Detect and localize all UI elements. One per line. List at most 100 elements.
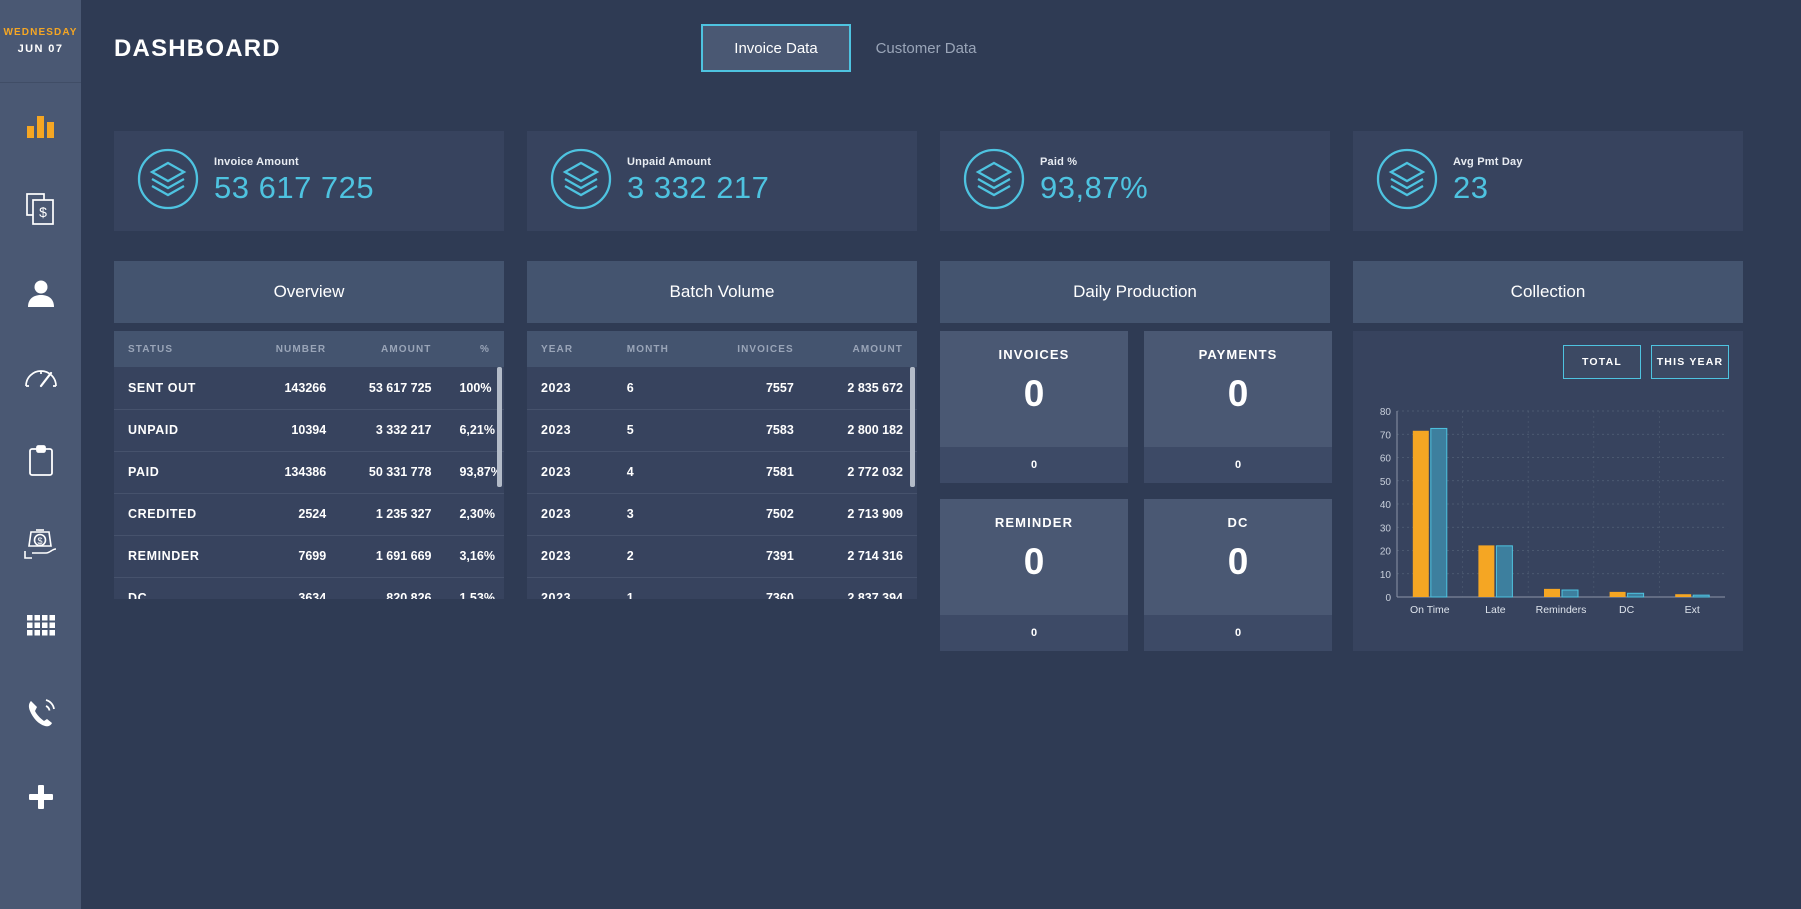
table-row[interactable]: CREDITED 2524 1 235 327 2,30% — [114, 493, 504, 535]
batch-table-wrap[interactable]: YEAR MONTH INVOICES AMOUNT 2023 6 — [527, 331, 917, 599]
column-header-percent: % — [445, 331, 504, 367]
svg-text:50: 50 — [1380, 477, 1392, 488]
cell-year: 2023 — [527, 367, 613, 409]
sidebar-item-performance[interactable] — [0, 335, 81, 419]
date-weekday: WEDNESDAY — [4, 25, 78, 41]
bar-chart-icon — [26, 112, 56, 138]
tab-invoice-data[interactable]: Invoice Data — [701, 24, 851, 72]
cell-amount: 3 332 217 — [340, 409, 445, 451]
panel-title-batch-volume: Batch Volume — [527, 261, 917, 323]
kpi-value: 53 617 725 — [214, 170, 374, 206]
table-row[interactable]: DC 3634 820 826 1,53% — [114, 577, 504, 599]
cell-number: 10394 — [251, 409, 341, 451]
svg-text:DC: DC — [1619, 604, 1635, 616]
cell-month: 5 — [613, 409, 699, 451]
production-label: PAYMENTS — [1199, 347, 1278, 362]
collection-bar-chart: 01020304050607080On TimeLateRemindersDCE… — [1363, 403, 1733, 623]
cell-invoices: 7391 — [699, 535, 808, 577]
svg-text:0: 0 — [1385, 593, 1391, 604]
kpi-card-avg-pmt-day[interactable]: Avg Pmt Day 23 — [1353, 131, 1743, 231]
kpi-card-invoice-amount[interactable]: Invoice Amount 53 617 725 — [114, 131, 504, 231]
table-header-row: YEAR MONTH INVOICES AMOUNT — [527, 331, 917, 367]
cell-percent: 6,21% — [445, 409, 504, 451]
table-row[interactable]: SENT OUT 143266 53 617 725 100% — [114, 367, 504, 409]
table-row[interactable]: PAID 134386 50 331 778 93,87% — [114, 451, 504, 493]
panel-overview: Overview STATUS NUMBER AMOUNT % — [114, 261, 504, 651]
cell-percent: 100% — [445, 367, 504, 409]
sidebar: WEDNESDAY JUN 07 $ — [0, 0, 81, 909]
production-cell-invoices[interactable]: INVOICES 0 0 — [940, 331, 1128, 483]
cell-year: 2023 — [527, 535, 613, 577]
column-header-number: NUMBER — [251, 331, 341, 367]
production-body: INVOICES 0 0 PAYMENTS 0 0 — [940, 331, 1330, 651]
panel-daily-production: Daily Production INVOICES 0 0 PA — [940, 261, 1330, 651]
panel-title-daily-production: Daily Production — [940, 261, 1330, 323]
production-value: 0 — [1228, 541, 1249, 583]
production-cell-top: INVOICES 0 — [940, 331, 1128, 447]
cell-invoices: 7557 — [699, 367, 808, 409]
cell-amount: 2 837 394 — [808, 577, 917, 599]
cell-amount: 1 235 327 — [340, 493, 445, 535]
layers-icon — [549, 147, 615, 216]
production-footer: 0 — [1144, 615, 1332, 651]
date-widget: WEDNESDAY JUN 07 — [0, 0, 81, 83]
overview-table-wrap[interactable]: STATUS NUMBER AMOUNT % SENT OUT 143266 — [114, 331, 504, 599]
sidebar-item-invoices[interactable]: $ — [0, 167, 81, 251]
overview-scrollbar-thumb[interactable] — [497, 367, 502, 487]
tab-customer-data[interactable]: Customer Data — [851, 24, 1001, 72]
invoice-documents-icon: $ — [26, 193, 56, 225]
sidebar-item-reports[interactable] — [0, 419, 81, 503]
table-row[interactable]: 2023 3 7502 2 713 909 — [527, 493, 917, 535]
production-label: REMINDER — [995, 515, 1073, 530]
production-grid: INVOICES 0 0 PAYMENTS 0 0 — [940, 331, 1330, 651]
table-row[interactable]: 2023 1 7360 2 837 394 — [527, 577, 917, 599]
layers-icon — [136, 147, 202, 216]
column-header-year: YEAR — [527, 331, 613, 367]
batch-table: YEAR MONTH INVOICES AMOUNT 2023 6 — [527, 331, 917, 599]
table-row[interactable]: 2023 2 7391 2 714 316 — [527, 535, 917, 577]
chart-button-this-year[interactable]: THIS YEAR — [1651, 345, 1729, 379]
cell-month: 3 — [613, 493, 699, 535]
sidebar-item-analytics[interactable] — [0, 83, 81, 167]
table-row[interactable]: 2023 6 7557 2 835 672 — [527, 367, 917, 409]
batch-scrollbar-thumb[interactable] — [910, 367, 915, 487]
production-value: 0 — [1024, 541, 1045, 583]
page-title: DASHBOARD — [114, 35, 281, 63]
cell-month: 4 — [613, 451, 699, 493]
panel-title-overview: Overview — [114, 261, 504, 323]
sidebar-item-apps[interactable] — [0, 587, 81, 671]
panel-collection: Collection TOTAL THIS YEAR 0102030405060… — [1353, 261, 1743, 651]
sidebar-item-contact[interactable] — [0, 671, 81, 755]
cell-year: 2023 — [527, 451, 613, 493]
production-footer: 0 — [940, 447, 1128, 483]
sidebar-item-collection[interactable]: $ — [0, 503, 81, 587]
cell-percent: 1,53% — [445, 577, 504, 599]
cell-status: PAID — [114, 451, 251, 493]
kpi-card-unpaid-amount[interactable]: Unpaid Amount 3 332 217 — [527, 131, 917, 231]
column-header-invoices: INVOICES — [699, 331, 808, 367]
table-row[interactable]: REMINDER 7699 1 691 669 3,16% — [114, 535, 504, 577]
production-cell-top: REMINDER 0 — [940, 499, 1128, 615]
chart-button-total[interactable]: TOTAL — [1563, 345, 1641, 379]
table-row[interactable]: UNPAID 10394 3 332 217 6,21% — [114, 409, 504, 451]
panel-batch-volume: Batch Volume YEAR MONTH INVOICES AMOUNT — [527, 261, 917, 651]
production-cell-dc[interactable]: DC 0 0 — [1144, 499, 1332, 651]
cell-month: 1 — [613, 577, 699, 599]
clipboard-icon — [28, 445, 54, 477]
production-label: INVOICES — [999, 347, 1070, 362]
cell-amount: 2 713 909 — [808, 493, 917, 535]
sidebar-item-add[interactable] — [0, 755, 81, 839]
cell-number: 143266 — [251, 367, 341, 409]
layers-icon — [962, 147, 1028, 216]
cell-amount: 2 835 672 — [808, 367, 917, 409]
kpi-card-paid-percent[interactable]: Paid % 93,87% — [940, 131, 1330, 231]
table-row[interactable]: 2023 5 7583 2 800 182 — [527, 409, 917, 451]
sidebar-item-customers[interactable] — [0, 251, 81, 335]
table-row[interactable]: 2023 4 7581 2 772 032 — [527, 451, 917, 493]
svg-text:70: 70 — [1380, 430, 1392, 441]
panel-row: Overview STATUS NUMBER AMOUNT % — [114, 261, 1743, 651]
production-cell-payments[interactable]: PAYMENTS 0 0 — [1144, 331, 1332, 483]
production-cell-reminder[interactable]: REMINDER 0 0 — [940, 499, 1128, 651]
kpi-label: Avg Pmt Day — [1453, 156, 1523, 168]
tab-bar: Invoice Data Customer Data — [701, 24, 1001, 72]
